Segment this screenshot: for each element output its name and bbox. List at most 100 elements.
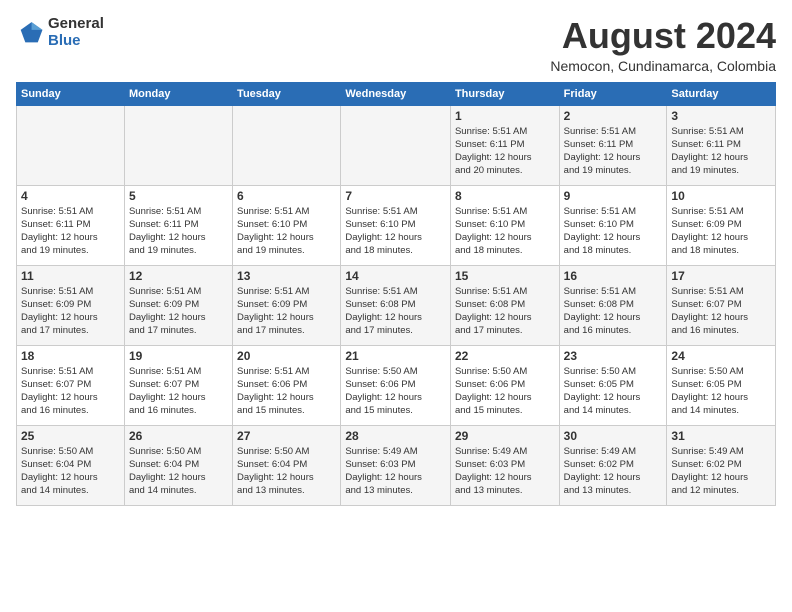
day-info: Sunrise: 5:50 AM Sunset: 6:05 PM Dayligh… <box>671 365 771 418</box>
weekday-header-monday: Monday <box>124 82 232 105</box>
calendar-cell: 12Sunrise: 5:51 AM Sunset: 6:09 PM Dayli… <box>124 265 232 345</box>
location-subtitle: Nemocon, Cundinamarca, Colombia <box>550 58 776 74</box>
calendar-table: SundayMondayTuesdayWednesdayThursdayFrid… <box>16 82 776 506</box>
calendar-cell: 3Sunrise: 5:51 AM Sunset: 6:11 PM Daylig… <box>667 105 776 185</box>
weekday-header-thursday: Thursday <box>450 82 559 105</box>
day-info: Sunrise: 5:51 AM Sunset: 6:06 PM Dayligh… <box>237 365 336 418</box>
day-info: Sunrise: 5:51 AM Sunset: 6:09 PM Dayligh… <box>671 205 771 258</box>
calendar-cell: 31 Sunrise: 5:49 AM Sunset: 6:02 PM Dayli… <box>667 425 776 505</box>
day-info: Sunrise: 5:51 AM Sunset: 6:11 PM Dayligh… <box>564 125 663 178</box>
calendar-cell: 17 Sunrise: 5:51 AM Sunset: 6:07 PM Dayli… <box>667 265 776 345</box>
day-info: Sunrise: 5:51 AM Sunset: 6:10 PM Dayligh… <box>345 205 446 258</box>
calendar-body: 1Sunrise: 5:51 AM Sunset: 6:11 PM Daylig… <box>17 105 776 505</box>
calendar-cell: 26 Sunrise: 5:50 AM Sunset: 6:04 PM Dayli… <box>124 425 232 505</box>
calendar-cell <box>233 105 341 185</box>
logo: General Blue <box>16 16 104 49</box>
weekday-header-friday: Friday <box>559 82 667 105</box>
weekday-header-tuesday: Tuesday <box>233 82 341 105</box>
day-info: Sunrise: 5:50 AM Sunset: 6:04 PM Dayligh… <box>21 445 120 498</box>
day-number: 15 <box>455 269 555 283</box>
calendar-cell <box>17 105 125 185</box>
calendar-cell: 1Sunrise: 5:51 AM Sunset: 6:11 PM Daylig… <box>450 105 559 185</box>
calendar-cell: 27 Sunrise: 5:50 AM Sunset: 6:04 PM Dayli… <box>233 425 341 505</box>
calendar-cell: 19 Sunrise: 5:51 AM Sunset: 6:07 PM Dayli… <box>124 345 232 425</box>
day-number: 18 <box>21 349 120 363</box>
day-info: Sunrise: 5:50 AM Sunset: 6:04 PM Dayligh… <box>129 445 228 498</box>
weekday-header-sunday: Sunday <box>17 82 125 105</box>
calendar-cell: 18 Sunrise: 5:51 AM Sunset: 6:07 PM Dayli… <box>17 345 125 425</box>
day-number: 23 <box>564 349 663 363</box>
day-info: Sunrise: 5:51 AM Sunset: 6:11 PM Dayligh… <box>21 205 120 258</box>
calendar-cell: 4Sunrise: 5:51 AM Sunset: 6:11 PM Daylig… <box>17 185 125 265</box>
day-info: Sunrise: 5:51 AM Sunset: 6:07 PM Dayligh… <box>129 365 228 418</box>
day-info: Sunrise: 5:51 AM Sunset: 6:08 PM Dayligh… <box>564 285 663 338</box>
day-info: Sunrise: 5:51 AM Sunset: 6:10 PM Dayligh… <box>455 205 555 258</box>
month-year-title: August 2024 <box>550 16 776 56</box>
day-number: 31 <box>671 429 771 443</box>
day-info: Sunrise: 5:50 AM Sunset: 6:04 PM Dayligh… <box>237 445 336 498</box>
day-number: 8 <box>455 189 555 203</box>
calendar-week-row: 11 Sunrise: 5:51 AM Sunset: 6:09 PM Dayli… <box>17 265 776 345</box>
calendar-cell: 8 Sunrise: 5:51 AM Sunset: 6:10 PM Daylig… <box>450 185 559 265</box>
calendar-cell: 10 Sunrise: 5:51 AM Sunset: 6:09 PM Dayli… <box>667 185 776 265</box>
calendar-cell: 22 Sunrise: 5:50 AM Sunset: 6:06 PM Dayli… <box>450 345 559 425</box>
day-number: 2 <box>564 109 663 123</box>
logo-general: General <box>48 16 104 33</box>
day-info: Sunrise: 5:51 AM Sunset: 6:08 PM Dayligh… <box>345 285 446 338</box>
calendar-cell: 28 Sunrise: 5:49 AM Sunset: 6:03 PM Dayli… <box>341 425 451 505</box>
calendar-cell: 21Sunrise: 5:50 AM Sunset: 6:06 PM Dayli… <box>341 345 451 425</box>
day-info: Sunrise: 5:51 AM Sunset: 6:07 PM Dayligh… <box>21 365 120 418</box>
calendar-cell <box>124 105 232 185</box>
calendar-header: SundayMondayTuesdayWednesdayThursdayFrid… <box>17 82 776 105</box>
calendar-week-row: 18 Sunrise: 5:51 AM Sunset: 6:07 PM Dayli… <box>17 345 776 425</box>
calendar-cell <box>341 105 451 185</box>
day-info: Sunrise: 5:51 AM Sunset: 6:09 PM Dayligh… <box>21 285 120 338</box>
day-info: Sunrise: 5:49 AM Sunset: 6:03 PM Dayligh… <box>345 445 446 498</box>
calendar-week-row: 4Sunrise: 5:51 AM Sunset: 6:11 PM Daylig… <box>17 185 776 265</box>
day-info: Sunrise: 5:51 AM Sunset: 6:11 PM Dayligh… <box>455 125 555 178</box>
day-info: Sunrise: 5:51 AM Sunset: 6:08 PM Dayligh… <box>455 285 555 338</box>
day-number: 12 <box>129 269 228 283</box>
day-info: Sunrise: 5:51 AM Sunset: 6:11 PM Dayligh… <box>129 205 228 258</box>
day-info: Sunrise: 5:50 AM Sunset: 6:05 PM Dayligh… <box>564 365 663 418</box>
calendar-week-row: 25 Sunrise: 5:50 AM Sunset: 6:04 PM Dayli… <box>17 425 776 505</box>
title-block: August 2024 Nemocon, Cundinamarca, Colom… <box>550 16 776 74</box>
calendar-cell: 13 Sunrise: 5:51 AM Sunset: 6:09 PM Dayli… <box>233 265 341 345</box>
day-info: Sunrise: 5:51 AM Sunset: 6:07 PM Dayligh… <box>671 285 771 338</box>
logo-blue: Blue <box>48 33 104 50</box>
day-number: 19 <box>129 349 228 363</box>
calendar-cell: 20 Sunrise: 5:51 AM Sunset: 6:06 PM Dayli… <box>233 345 341 425</box>
weekday-header-saturday: Saturday <box>667 82 776 105</box>
calendar-cell: 16 Sunrise: 5:51 AM Sunset: 6:08 PM Dayli… <box>559 265 667 345</box>
day-number: 10 <box>671 189 771 203</box>
page-header: General Blue August 2024 Nemocon, Cundin… <box>16 16 776 74</box>
day-number: 11 <box>21 269 120 283</box>
day-number: 29 <box>455 429 555 443</box>
calendar-cell: 29Sunrise: 5:49 AM Sunset: 6:03 PM Dayli… <box>450 425 559 505</box>
day-number: 24 <box>671 349 771 363</box>
day-number: 16 <box>564 269 663 283</box>
calendar-cell: 6Sunrise: 5:51 AM Sunset: 6:10 PM Daylig… <box>233 185 341 265</box>
day-number: 25 <box>21 429 120 443</box>
day-info: Sunrise: 5:49 AM Sunset: 6:02 PM Dayligh… <box>671 445 771 498</box>
day-number: 22 <box>455 349 555 363</box>
day-info: Sunrise: 5:51 AM Sunset: 6:09 PM Dayligh… <box>237 285 336 338</box>
day-number: 14 <box>345 269 446 283</box>
calendar-cell: 11 Sunrise: 5:51 AM Sunset: 6:09 PM Dayli… <box>17 265 125 345</box>
calendar-cell: 25 Sunrise: 5:50 AM Sunset: 6:04 PM Dayli… <box>17 425 125 505</box>
day-info: Sunrise: 5:49 AM Sunset: 6:02 PM Dayligh… <box>564 445 663 498</box>
calendar-cell: 5Sunrise: 5:51 AM Sunset: 6:11 PM Daylig… <box>124 185 232 265</box>
day-number: 6 <box>237 189 336 203</box>
day-number: 20 <box>237 349 336 363</box>
calendar-cell: 15 Sunrise: 5:51 AM Sunset: 6:08 PM Dayli… <box>450 265 559 345</box>
day-number: 27 <box>237 429 336 443</box>
logo-icon <box>16 19 44 47</box>
calendar-cell: 23 Sunrise: 5:50 AM Sunset: 6:05 PM Dayli… <box>559 345 667 425</box>
day-number: 13 <box>237 269 336 283</box>
day-info: Sunrise: 5:50 AM Sunset: 6:06 PM Dayligh… <box>455 365 555 418</box>
day-number: 7 <box>345 189 446 203</box>
day-number: 26 <box>129 429 228 443</box>
day-number: 28 <box>345 429 446 443</box>
weekday-header-row: SundayMondayTuesdayWednesdayThursdayFrid… <box>17 82 776 105</box>
day-number: 17 <box>671 269 771 283</box>
